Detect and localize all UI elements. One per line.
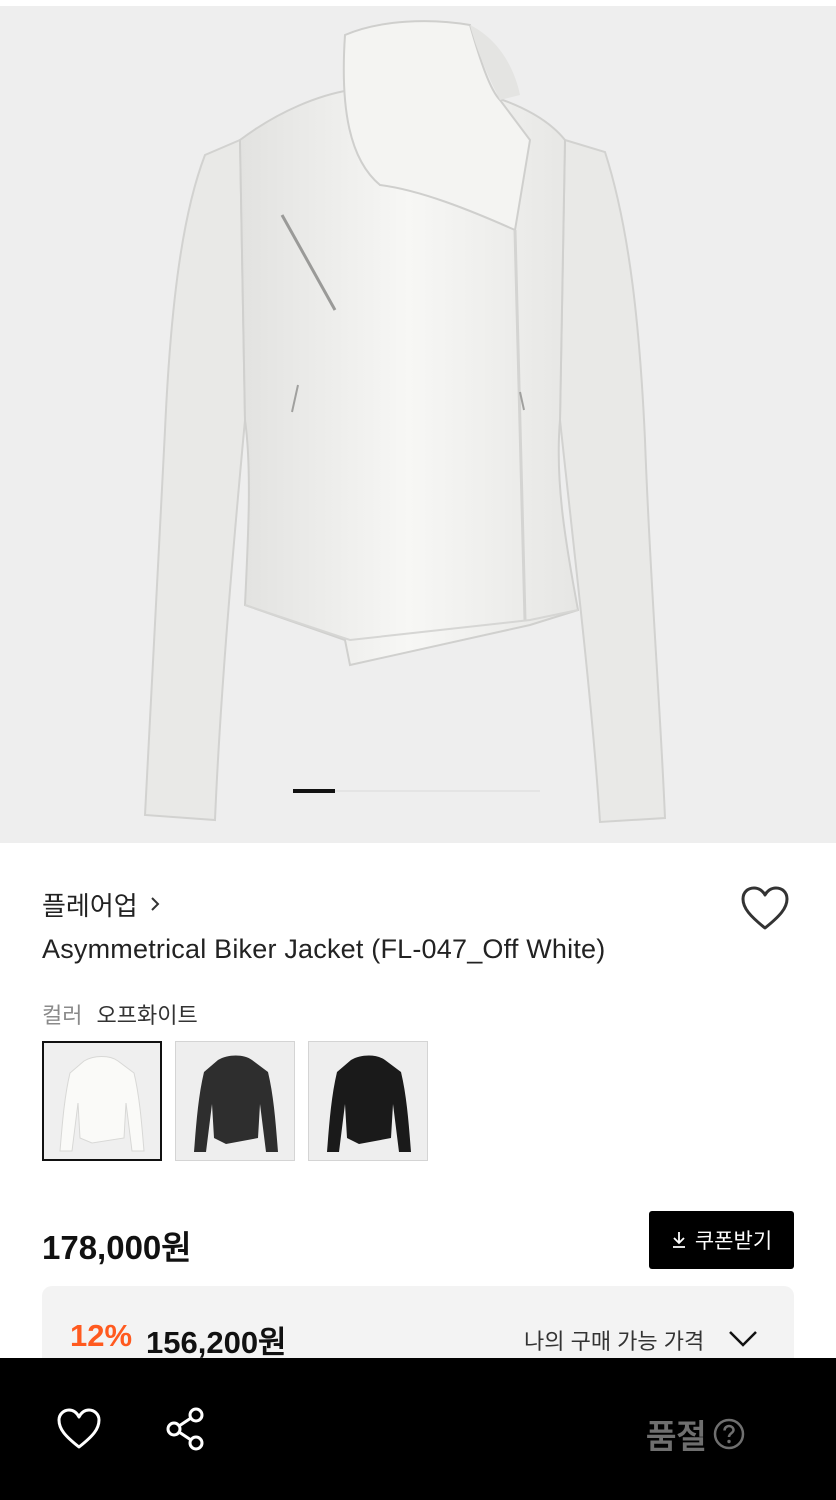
carousel-indicator <box>293 789 540 793</box>
download-icon <box>672 1232 685 1248</box>
swatch-black-image <box>309 1042 427 1160</box>
brand-link[interactable]: 플레어업 <box>42 886 162 922</box>
color-option-row: 컬러 오프화이트 <box>42 998 198 1030</box>
carousel-active-indicator <box>293 789 335 793</box>
swatch-off-white-image <box>44 1043 160 1159</box>
product-image <box>143 20 667 824</box>
chevron-down-icon[interactable] <box>728 1330 758 1348</box>
sold-out-status: 품절 <box>646 1410 745 1458</box>
share-icon[interactable] <box>164 1406 208 1452</box>
swatch-charcoal-image <box>176 1042 294 1160</box>
swatch-off-white[interactable] <box>42 1041 162 1161</box>
sold-out-label: 품절 <box>646 1418 707 1455</box>
discount-rate: 12% <box>70 1318 133 1353</box>
product-title: Asymmetrical Biker Jacket (FL-047_Off Wh… <box>42 934 606 964</box>
wishlist-heart-icon[interactable] <box>740 884 790 934</box>
best-price-label[interactable]: 나의 구매 가능 가격 <box>524 1324 704 1356</box>
color-swatches <box>42 1041 428 1161</box>
coupon-download-button[interactable]: 쿠폰받기 <box>649 1211 794 1269</box>
color-label: 컬러 <box>42 1003 83 1028</box>
swatch-black[interactable] <box>308 1041 428 1161</box>
brand-name: 플레어업 <box>42 890 138 921</box>
product-price: 178,000원 <box>42 1229 192 1266</box>
question-circle-icon[interactable] <box>713 1418 745 1450</box>
color-value: 오프화이트 <box>96 1003 198 1028</box>
wishlist-heart-icon-bottom[interactable] <box>56 1407 102 1451</box>
swatch-charcoal[interactable] <box>175 1041 295 1161</box>
best-price: 156,200원 <box>146 1325 287 1360</box>
chevron-right-icon <box>150 897 160 911</box>
product-image-gallery[interactable] <box>0 0 836 843</box>
coupon-button-label: 쿠폰받기 <box>694 1230 773 1253</box>
